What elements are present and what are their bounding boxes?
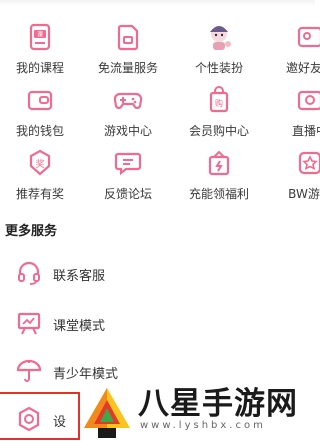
grid-item-label: 我的钱包 — [15, 124, 64, 138]
gamepad-icon — [113, 85, 143, 115]
grid-item-label: 反馈论坛 — [103, 187, 152, 201]
highlight-box — [0, 392, 80, 440]
classroom-icon — [16, 310, 42, 336]
character-avatar-icon — [204, 22, 234, 52]
watermark-title: 八星手游网 — [138, 386, 298, 422]
grid-item-label: 个性装扮 — [194, 61, 243, 75]
grid-item-label: 推荐有奖 — [15, 187, 64, 201]
grid-item-label: 我的课程 — [15, 61, 64, 75]
service-item-classroom-mode[interactable]: 课堂模式 — [0, 304, 315, 344]
wallet-icon — [25, 85, 55, 115]
invite-icon — [295, 22, 320, 52]
award-badge-icon: 奖 — [25, 148, 55, 178]
grid-item-label: 会员购中心 — [188, 124, 249, 138]
section-title-more-services: 更多服务 — [5, 224, 58, 239]
grid-item-label: BW游戏 — [288, 187, 320, 201]
feedback-chat-icon — [113, 148, 143, 178]
shopping-bag-icon: 购 — [204, 85, 234, 115]
service-label: 联系客服 — [53, 269, 106, 284]
grid-item-label: 免流量服务 — [97, 61, 158, 75]
headset-icon — [16, 260, 42, 286]
watermark: 八星手游网 www.lyshbx.com — [70, 378, 315, 441]
grid-item-label: 直播中 — [291, 124, 320, 138]
svg-text:奖: 奖 — [35, 158, 44, 170]
watermark-logo-icon — [80, 384, 134, 440]
service-item-contact-support[interactable]: 联系客服 — [0, 254, 315, 294]
sim-card-icon — [113, 22, 143, 52]
svg-text:购: 购 — [215, 98, 223, 108]
grid-item-label: 充能领福利 — [188, 187, 249, 201]
gift-icon — [204, 148, 234, 178]
grid-item-label: 游戏中心 — [103, 124, 152, 138]
watermark-url: www.lyshbx.com — [140, 420, 266, 431]
service-label: 课堂模式 — [53, 319, 106, 334]
live-tv-icon — [295, 85, 320, 115]
umbrella-icon — [16, 358, 42, 384]
svg-text:课: 课 — [37, 31, 43, 39]
star-badge-icon — [295, 148, 320, 178]
grid-item-label: 邀好友赚 — [285, 61, 320, 75]
course-icon: 课 — [25, 22, 55, 52]
top-edge — [0, 0, 315, 6]
